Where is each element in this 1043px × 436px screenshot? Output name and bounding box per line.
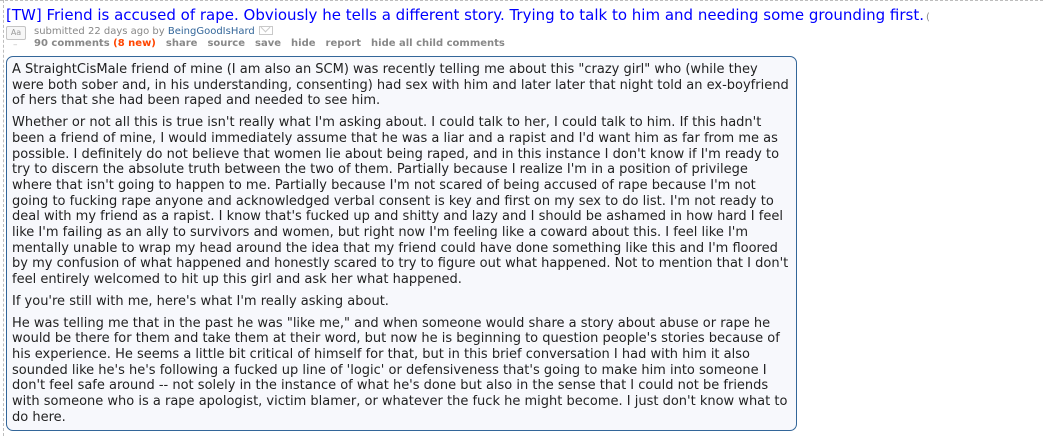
hide-button[interactable]: hide [291,38,316,49]
comments-count: 90 comments [34,38,110,49]
post-domain-tail: ( [926,12,930,23]
collapse-icon[interactable]: – [13,40,18,50]
share-button[interactable]: share [166,38,198,49]
thing-divider-top [0,0,1043,1]
new-comments-badge: (8 new) [113,38,156,49]
submitted-time: 22 days ago [87,26,150,37]
self-post-body: A StraightCisMale friend of mine (I am a… [6,56,797,431]
body-paragraph: A StraightCisMale friend of mine (I am a… [12,62,789,109]
post-action-buttons: 90 comments (8 new) share source save hide re… [34,37,515,51]
body-paragraph: If you're still with me, here's what I'm… [12,293,389,309]
body-paragraph: Whether or not all this is true isn't re… [12,115,789,288]
message-icon[interactable] [258,26,273,35]
thing-divider-left [3,0,4,436]
report-button[interactable]: report [326,38,361,49]
body-paragraph: He was telling me that in the past he wa… [12,315,788,425]
submitted-prefix: submitted [34,26,85,37]
source-button[interactable]: source [207,38,245,49]
comments-button[interactable]: 90 comments (8 new) [34,38,156,49]
submitted-by: by [152,26,165,37]
post-title-text: [TW] Friend is accused of rape. Obviousl… [6,6,924,24]
author-link[interactable]: BeingGoodIsHard [168,26,255,37]
self-post-thumbnail-icon[interactable]: Aa [6,26,26,40]
hide-child-comments-button[interactable]: hide all child comments [371,38,505,49]
save-button[interactable]: save [255,38,281,49]
